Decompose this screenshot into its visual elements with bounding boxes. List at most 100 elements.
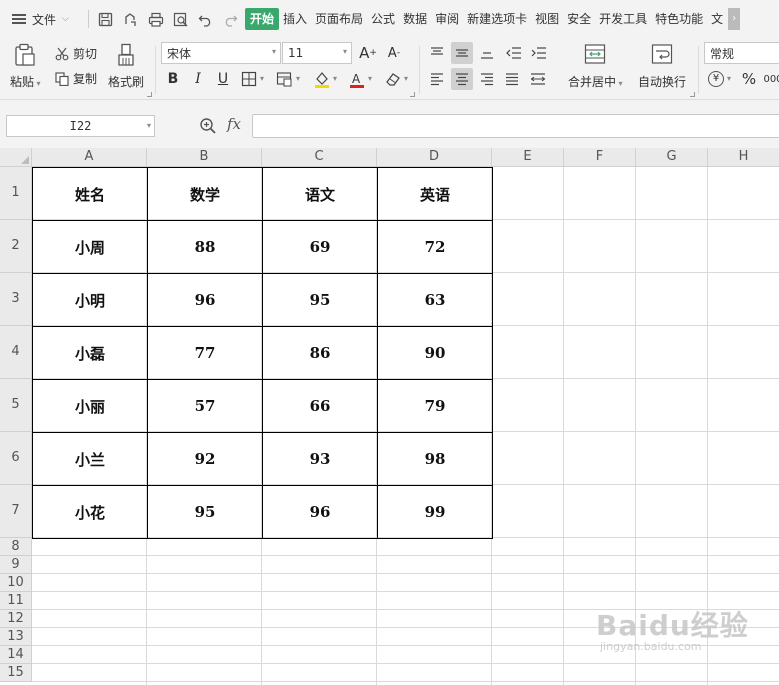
tab-view[interactable]: 视图 xyxy=(531,8,563,30)
column-header-b[interactable]: B xyxy=(147,148,262,167)
clear-format-icon[interactable] xyxy=(382,68,404,90)
borders-icon[interactable] xyxy=(238,68,260,90)
group-launcher-icon[interactable] xyxy=(147,92,152,97)
row-header-6[interactable]: 6 xyxy=(0,432,32,485)
cell-a7[interactable]: 小花 xyxy=(32,485,148,539)
cell-a2[interactable]: 小周 xyxy=(32,220,148,274)
number-format-select[interactable]: 常规 xyxy=(704,42,779,64)
cell-c2[interactable]: 69 xyxy=(262,220,378,274)
align-bottom-icon[interactable] xyxy=(476,42,498,64)
chevron-down-icon[interactable]: ▾ xyxy=(727,74,731,83)
print-icon[interactable] xyxy=(143,7,168,31)
select-all-corner[interactable] xyxy=(0,148,32,167)
cut-button[interactable]: 剪切 xyxy=(55,45,97,62)
column-header-a[interactable]: A xyxy=(32,148,147,167)
chevron-down-icon[interactable]: ▾ xyxy=(404,74,408,83)
cell-a1[interactable]: 姓名 xyxy=(32,167,148,221)
cell-c7[interactable]: 96 xyxy=(262,485,378,539)
column-header-f[interactable]: F xyxy=(564,148,636,167)
cell-a5[interactable]: 小丽 xyxy=(32,379,148,433)
chevron-down-icon[interactable]: ▾ xyxy=(296,74,300,83)
chevron-down-icon[interactable]: ▾ xyxy=(260,74,264,83)
tab-insert[interactable]: 插入 xyxy=(279,8,311,30)
row-header-2[interactable]: 2 xyxy=(0,220,32,273)
cell-d3[interactable]: 63 xyxy=(377,273,493,327)
cell-b2[interactable]: 88 xyxy=(147,220,263,274)
chevron-down-icon[interactable]: ▾ xyxy=(147,116,151,136)
cell-a3[interactable]: 小明 xyxy=(32,273,148,327)
tab-document[interactable]: 文 xyxy=(707,8,727,30)
row-header-3[interactable]: 3 xyxy=(0,273,32,326)
row-header-15[interactable]: 15 xyxy=(0,664,32,682)
cell-d6[interactable]: 98 xyxy=(377,432,493,486)
fill-color-icon[interactable] xyxy=(311,68,333,90)
font-color-icon[interactable]: A xyxy=(346,68,368,90)
cell-d2[interactable]: 72 xyxy=(377,220,493,274)
paste-button[interactable]: 粘贴 ▾ xyxy=(10,43,41,90)
column-header-e[interactable]: E xyxy=(492,148,564,167)
cell-a4[interactable]: 小磊 xyxy=(32,326,148,380)
cell-d4[interactable]: 90 xyxy=(377,326,493,380)
undo-icon[interactable] xyxy=(193,7,218,31)
zoom-icon[interactable] xyxy=(199,117,217,135)
thousands-separator-icon[interactable]: 000 xyxy=(762,68,779,90)
row-header-10[interactable]: 10 xyxy=(0,574,32,592)
cell-c1[interactable]: 语文 xyxy=(262,167,378,221)
tab-developer[interactable]: 开发工具 xyxy=(595,8,651,30)
file-menu[interactable]: 文件 ⌵ xyxy=(0,0,84,38)
column-header-c[interactable]: C xyxy=(262,148,377,167)
currency-icon[interactable]: ¥ xyxy=(705,68,727,90)
percent-icon[interactable]: % xyxy=(738,68,760,90)
row-header-11[interactable]: 11 xyxy=(0,592,32,610)
row-header-9[interactable]: 9 xyxy=(0,556,32,574)
align-right-icon[interactable] xyxy=(476,68,498,90)
font-size-select[interactable]: 11 ▾ xyxy=(282,42,352,64)
cell-c6[interactable]: 93 xyxy=(262,432,378,486)
decrease-font-size-icon[interactable]: A- xyxy=(383,42,405,64)
font-name-select[interactable]: 宋体 ▾ xyxy=(161,42,281,64)
align-left-icon[interactable] xyxy=(426,68,448,90)
bold-icon[interactable]: B xyxy=(162,68,184,90)
tab-new-tab[interactable]: 新建选项卡 xyxy=(463,8,531,30)
group-launcher-icon[interactable] xyxy=(410,92,415,97)
cell-b6[interactable]: 92 xyxy=(147,432,263,486)
cell-c4[interactable]: 86 xyxy=(262,326,378,380)
cell-d1[interactable]: 英语 xyxy=(377,167,493,221)
print-preview-icon[interactable] xyxy=(168,7,193,31)
formula-input[interactable] xyxy=(252,114,779,138)
row-header-5[interactable]: 5 xyxy=(0,379,32,432)
tab-page-layout[interactable]: 页面布局 xyxy=(311,8,367,30)
chevron-right-icon[interactable]: › xyxy=(728,8,741,30)
cell-b5[interactable]: 57 xyxy=(147,379,263,433)
tab-special-features[interactable]: 特色功能 xyxy=(651,8,707,30)
wrap-text-button[interactable]: 自动换行 xyxy=(638,43,686,90)
align-middle-icon[interactable] xyxy=(451,42,473,64)
insert-function-button[interactable]: fx xyxy=(227,115,241,133)
chevron-down-icon[interactable]: ▾ xyxy=(368,74,372,83)
row-header-8[interactable]: 8 xyxy=(0,538,32,556)
tab-review[interactable]: 审阅 xyxy=(431,8,463,30)
cell-b4[interactable]: 77 xyxy=(147,326,263,380)
cell-style-icon[interactable] xyxy=(273,68,295,90)
justify-icon[interactable] xyxy=(501,68,523,90)
row-header-4[interactable]: 4 xyxy=(0,326,32,379)
tab-formulas[interactable]: 公式 xyxy=(367,8,399,30)
italic-icon[interactable]: I xyxy=(187,68,209,90)
save-icon[interactable] xyxy=(93,7,118,31)
cell-c5[interactable]: 66 xyxy=(262,379,378,433)
cell-d7[interactable]: 99 xyxy=(377,485,493,539)
cell-c3[interactable]: 95 xyxy=(262,273,378,327)
column-header-d[interactable]: D xyxy=(377,148,492,167)
tab-security[interactable]: 安全 xyxy=(563,8,595,30)
increase-indent-icon[interactable] xyxy=(528,42,550,64)
align-center-icon[interactable] xyxy=(451,68,473,90)
align-top-icon[interactable] xyxy=(426,42,448,64)
cell-b7[interactable]: 95 xyxy=(147,485,263,539)
distributed-align-icon[interactable] xyxy=(527,68,549,90)
tab-home[interactable]: 开始 xyxy=(245,8,280,30)
cell-b1[interactable]: 数学 xyxy=(147,167,263,221)
row-header-1[interactable]: 1 xyxy=(0,167,32,220)
chevron-down-icon[interactable]: ▾ xyxy=(333,74,337,83)
redo-icon[interactable] xyxy=(218,7,243,31)
export-icon[interactable] xyxy=(118,7,143,31)
